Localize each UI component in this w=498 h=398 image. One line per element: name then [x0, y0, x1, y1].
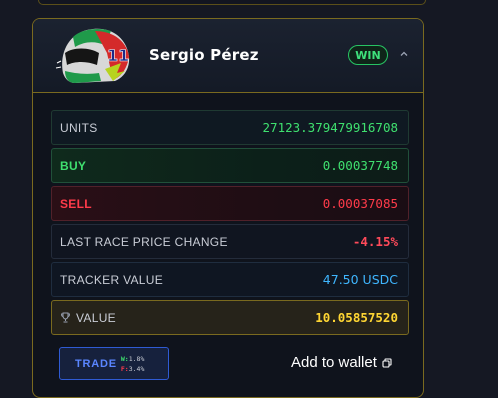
sell-label: SELL: [60, 196, 92, 211]
sell-price: 0.00037085: [322, 196, 398, 211]
add-to-wallet-label: Add to wallet: [291, 354, 377, 371]
value-label-group: VALUE: [60, 311, 116, 325]
value-label: VALUE: [76, 310, 116, 325]
last-race-change-row: LAST RACE PRICE CHANGE -4.15%: [51, 224, 409, 259]
buy-label: BUY: [60, 158, 87, 173]
svg-text:11: 11: [107, 46, 129, 65]
win-stat: W:1.8%: [120, 354, 145, 363]
win-badge: WIN: [348, 45, 388, 65]
trade-stats: W:1.8% F:3.4%: [121, 354, 144, 374]
driver-card: 11 Sergio Pérez WIN UNITS 27123.37947991…: [32, 18, 424, 398]
driver-name: Sergio Pérez: [149, 46, 259, 64]
chevron-up-icon[interactable]: [400, 50, 408, 58]
buy-price: 0.00037748: [322, 158, 398, 173]
card-header[interactable]: 11 Sergio Pérez WIN: [33, 19, 423, 93]
copy-icon: [382, 357, 392, 368]
trophy-icon: [61, 312, 70, 323]
trade-button[interactable]: TRADE W:1.8% F:3.4%: [59, 347, 169, 380]
last-race-label: LAST RACE PRICE CHANGE: [60, 234, 228, 249]
tracker-label: TRACKER VALUE: [60, 272, 164, 287]
sell-row[interactable]: SELL 0.00037085: [51, 186, 409, 221]
units-row: UNITS 27123.379479916708: [51, 110, 409, 145]
add-to-wallet-link[interactable]: Add to wallet: [291, 354, 392, 371]
holding-value: 10.05857520: [315, 310, 398, 325]
units-value: 27123.379479916708: [262, 120, 398, 135]
last-race-value: -4.15%: [352, 234, 398, 249]
helmet-icon: 11: [55, 28, 130, 83]
fee-stat: F:3.4%: [120, 364, 145, 373]
tracker-value-row: TRACKER VALUE 47.50 USDC: [51, 262, 409, 297]
units-label: UNITS: [60, 120, 98, 135]
tracker-value: 47.50 USDC: [322, 272, 398, 287]
buy-row[interactable]: BUY 0.00037748: [51, 148, 409, 183]
previous-card-edge: [38, 0, 426, 5]
trade-label: TRADE: [75, 357, 117, 370]
holding-value-row: VALUE 10.05857520: [51, 300, 409, 335]
